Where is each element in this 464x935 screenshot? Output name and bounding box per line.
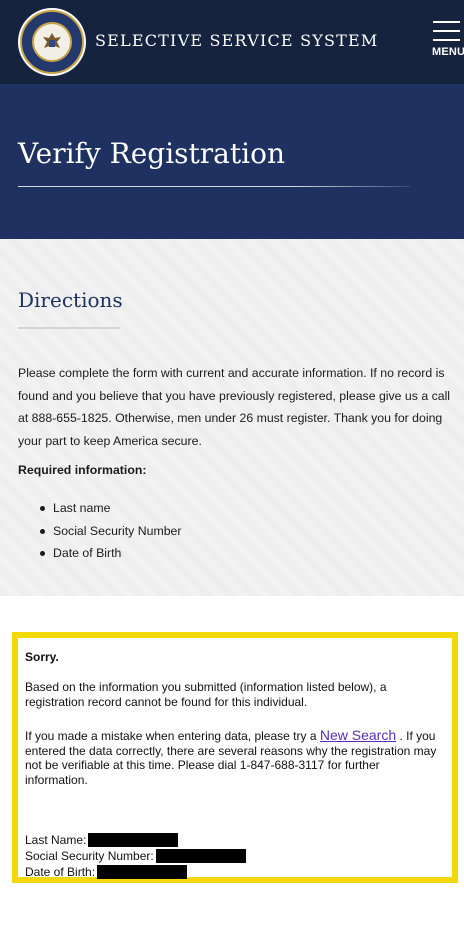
- directions-heading: Directions: [18, 288, 123, 312]
- hamburger-icon: [433, 21, 460, 23]
- redacted-value: [155, 849, 246, 863]
- eagle-icon: [43, 33, 61, 48]
- directions-text: Please complete the form with current an…: [18, 366, 451, 449]
- redacted-value: [88, 833, 179, 847]
- required-info-heading: Required information:: [18, 463, 147, 477]
- title-divider: [18, 186, 410, 187]
- redacted-value: [97, 865, 188, 879]
- directions-section: Directions Please complete the form with…: [0, 239, 464, 596]
- site-title[interactable]: SELECTIVE SERVICE SYSTEM: [95, 31, 379, 50]
- hamburger-icon-bar: [433, 39, 460, 41]
- instructions-before: If you made a mistake when entering data…: [25, 729, 317, 743]
- seal-ring: [20, 10, 84, 74]
- ssn-label: Social Security Number:: [25, 849, 154, 863]
- new-search-link[interactable]: New Search: [320, 727, 396, 743]
- hamburger-icon-bar: [433, 30, 460, 32]
- page-title: Verify Registration: [18, 137, 285, 170]
- ssn-row: Social Security Number:: [25, 849, 246, 863]
- page-hero: Verify Registration: [0, 84, 464, 239]
- agency-seal-icon[interactable]: [18, 8, 86, 76]
- seal-center: [32, 22, 72, 62]
- last-name-row: Last Name:: [25, 833, 179, 847]
- site-header: SELECTIVE SERVICE SYSTEM MENU: [0, 0, 464, 84]
- list-item: Date of Birth: [40, 542, 181, 565]
- dob-row: Date of Birth:: [25, 865, 188, 879]
- last-name-label: Last Name:: [25, 833, 87, 847]
- result-instructions: If you made a mistake when entering data…: [25, 728, 445, 787]
- directions-divider: [18, 327, 120, 329]
- menu-button[interactable]: MENU: [426, 18, 464, 64]
- dob-label: Date of Birth:: [25, 865, 96, 879]
- required-info-list: Last name Social Security Number Date of…: [40, 497, 181, 565]
- result-title: Sorry.: [25, 650, 59, 664]
- list-item: Social Security Number: [40, 520, 181, 543]
- result-message-box: Sorry. Based on the information you subm…: [12, 632, 458, 883]
- menu-label: MENU: [432, 46, 464, 58]
- result-message: Based on the information you submitted (…: [25, 680, 387, 709]
- list-item: Last name: [40, 497, 181, 520]
